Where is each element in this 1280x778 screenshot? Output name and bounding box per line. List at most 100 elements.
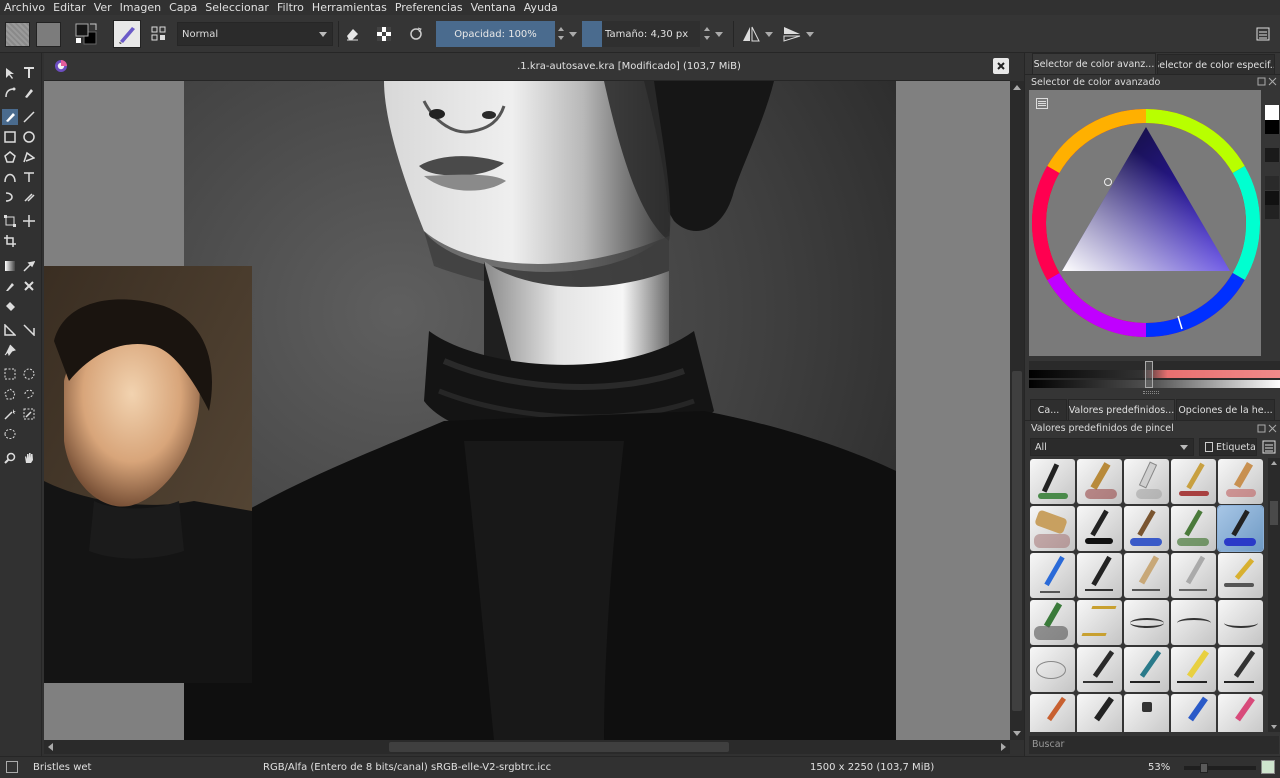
colorize-mask-tool[interactable]: [2, 278, 18, 294]
elliptical-selection-tool[interactable]: [21, 366, 37, 382]
vertical-scroll-thumb[interactable]: [1012, 371, 1022, 711]
transform-tool[interactable]: [2, 213, 18, 229]
tab-specific-color-selector[interactable]: Selector de color especif...: [1157, 54, 1275, 75]
line-tool[interactable]: [21, 109, 37, 125]
dynamic-brush-tool[interactable]: [2, 189, 18, 205]
edit-shapes-tool[interactable]: [2, 85, 18, 101]
freehand-path-tool[interactable]: [21, 169, 37, 185]
preserve-alpha-button[interactable]: [373, 23, 395, 45]
mirror-vertical-button[interactable]: [780, 23, 804, 45]
brush-preset[interactable]: [1218, 694, 1263, 732]
brush-preset[interactable]: [1124, 506, 1169, 551]
brush-preset[interactable]: [1218, 647, 1263, 692]
brush-preset[interactable]: [1077, 600, 1122, 645]
brush-preset[interactable]: [1030, 647, 1075, 692]
size-dropdown[interactable]: [714, 28, 724, 40]
zoom-slider-handle[interactable]: [1200, 763, 1208, 773]
scroll-up-icon[interactable]: [1013, 85, 1021, 90]
rectangle-tool[interactable]: [2, 129, 18, 145]
brush-preset-selected[interactable]: [1217, 505, 1264, 552]
brush-preset[interactable]: [1218, 553, 1263, 598]
brush-preset[interactable]: [1124, 553, 1169, 598]
vertical-scrollbar[interactable]: [1010, 81, 1024, 740]
similar-selection-tool[interactable]: [21, 406, 37, 422]
scroll-left-icon[interactable]: [48, 743, 53, 751]
freehand-brush-tool[interactable]: [2, 109, 18, 125]
preset-scroll-thumb[interactable]: [1270, 501, 1278, 525]
brush-preset[interactable]: [1077, 506, 1122, 551]
menu-ventana[interactable]: Ventana: [467, 0, 520, 15]
zoom-tool[interactable]: [2, 450, 18, 466]
menu-capa[interactable]: Capa: [165, 0, 201, 15]
rectangular-selection-tool[interactable]: [2, 366, 18, 382]
brush-preset[interactable]: [1124, 600, 1169, 645]
menu-preferencias[interactable]: Preferencias: [391, 0, 467, 15]
lightness-slider[interactable]: [1029, 380, 1280, 388]
fill-tool[interactable]: [2, 298, 18, 314]
reference-images-tool[interactable]: [2, 342, 18, 358]
calligraphy-tool[interactable]: [21, 85, 37, 101]
contiguous-selection-tool[interactable]: [2, 406, 18, 422]
brush-preset[interactable]: [1124, 694, 1169, 732]
bezier-curve-tool[interactable]: [2, 169, 18, 185]
menu-seleccionar[interactable]: Seleccionar: [201, 0, 273, 15]
preset-view-options-button[interactable]: [1261, 439, 1277, 455]
pan-tool[interactable]: [21, 450, 37, 466]
recent-color-swatch[interactable]: [1265, 120, 1279, 134]
gradient-tool[interactable]: [2, 258, 18, 274]
smart-patch-tool[interactable]: [21, 278, 37, 294]
recent-color-swatch[interactable]: [1265, 205, 1279, 219]
tag-selector-button[interactable]: Etiqueta: [1199, 438, 1257, 456]
text-tool[interactable]: [21, 65, 37, 81]
recent-color-swatch[interactable]: [1265, 176, 1279, 190]
brush-preset[interactable]: [1171, 600, 1216, 645]
brush-preset[interactable]: [1218, 459, 1263, 504]
color-picker-tool[interactable]: [21, 258, 37, 274]
pattern-preset-button[interactable]: [36, 22, 61, 47]
crop-tool[interactable]: [2, 233, 18, 249]
panel-float-close-buttons[interactable]: [1257, 424, 1277, 434]
reload-preset-button[interactable]: [405, 23, 427, 45]
scroll-down-icon[interactable]: [1271, 725, 1277, 729]
brush-preset[interactable]: [1030, 694, 1075, 732]
image-thumbnail-icon[interactable]: [1261, 760, 1275, 774]
brush-preset[interactable]: [1218, 600, 1263, 645]
tab-tool-options[interactable]: Opciones de la he...: [1176, 399, 1275, 420]
brush-preset[interactable]: [1077, 647, 1122, 692]
menu-filtro[interactable]: Filtro: [273, 0, 308, 15]
brush-preset[interactable]: [1077, 694, 1122, 732]
preset-scrollbar[interactable]: [1268, 458, 1280, 732]
brush-preset[interactable]: [1124, 459, 1169, 504]
brush-settings-button[interactable]: [149, 24, 169, 44]
menu-herramientas[interactable]: Herramientas: [308, 0, 391, 15]
scroll-up-icon[interactable]: [1271, 461, 1277, 465]
brush-preset[interactable]: [1077, 553, 1122, 598]
splitter-handle[interactable]: [1143, 391, 1159, 394]
scroll-right-icon[interactable]: [1001, 743, 1006, 751]
mirror-horizontal-dropdown[interactable]: [764, 28, 774, 40]
color-wheel-area[interactable]: [1029, 90, 1261, 356]
zoom-slider[interactable]: [1184, 763, 1256, 773]
preset-filter-select[interactable]: All: [1030, 438, 1194, 456]
menu-archivo[interactable]: Archivo: [0, 0, 49, 15]
preset-search-input[interactable]: Buscar: [1029, 736, 1279, 754]
brush-preset[interactable]: [1171, 553, 1216, 598]
tab-brush-presets[interactable]: Valores predefinidos...: [1068, 399, 1175, 420]
brush-preset[interactable]: [1077, 459, 1122, 504]
ellipse-tool[interactable]: [21, 129, 37, 145]
measure-tool[interactable]: [21, 322, 37, 338]
brush-preset-button[interactable]: [113, 20, 141, 48]
tab-ca[interactable]: Ca...: [1030, 399, 1067, 420]
menu-imagen[interactable]: Imagen: [116, 0, 165, 15]
polygonal-selection-tool[interactable]: [2, 386, 18, 402]
horizontal-scrollbar[interactable]: [44, 740, 1010, 754]
opacity-slider[interactable]: Opacidad: 100%: [436, 21, 555, 47]
brush-preset[interactable]: [1171, 506, 1216, 551]
brush-preset[interactable]: [1030, 506, 1075, 551]
opacity-dropdown[interactable]: [568, 28, 578, 40]
menu-editar[interactable]: Editar: [49, 0, 90, 15]
recent-color-swatch[interactable]: [1265, 191, 1279, 205]
brush-preset[interactable]: [1030, 459, 1075, 504]
recent-color-swatch[interactable]: [1265, 105, 1279, 120]
scroll-down-icon[interactable]: [1013, 731, 1021, 736]
